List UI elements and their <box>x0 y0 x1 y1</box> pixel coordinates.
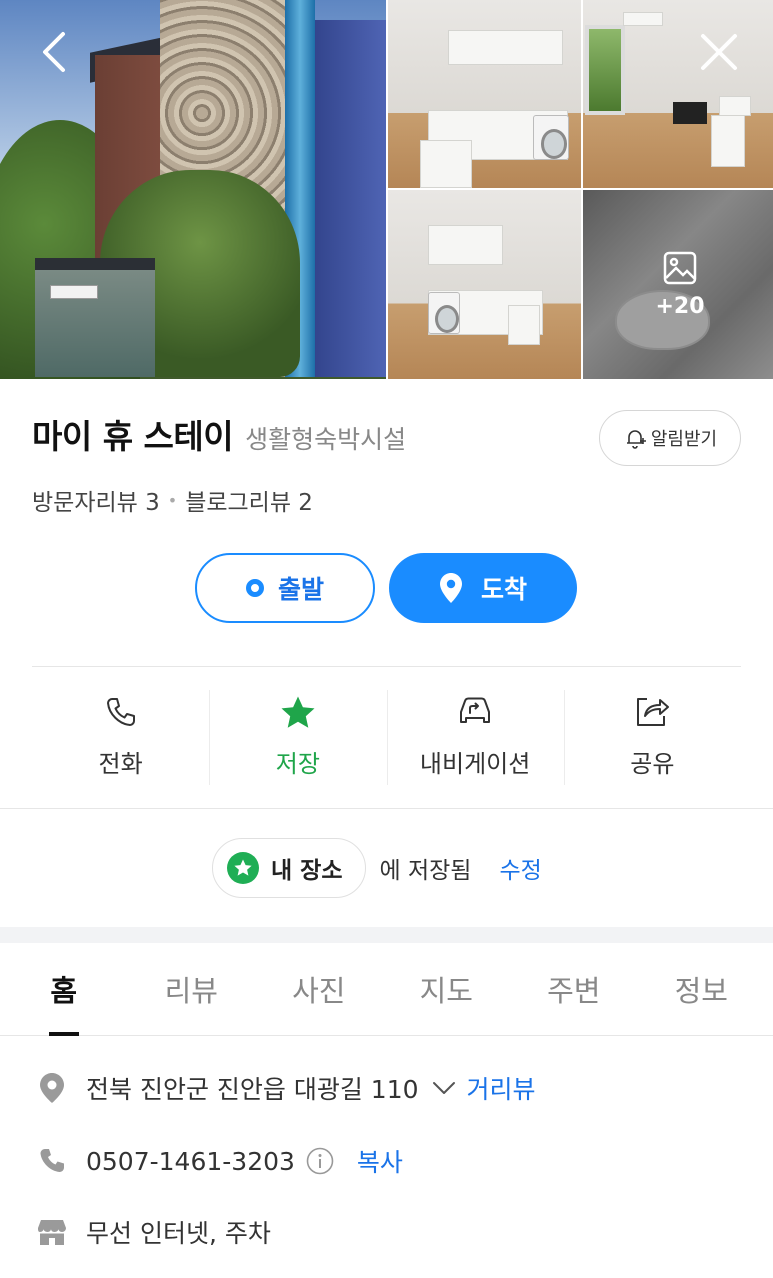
facilities-text: 무선 인터넷, 주차 <box>86 1219 271 1248</box>
save-label: 저장 <box>275 750 320 778</box>
call-action[interactable]: 전화 <box>32 690 209 785</box>
saved-text: 에 저장됨 <box>379 858 472 884</box>
share-action[interactable]: 공유 <box>563 690 741 785</box>
store-icon <box>36 1217 68 1247</box>
saved-status: 내 장소 에 저장됨 수정 <box>212 838 542 898</box>
share-icon <box>637 698 670 726</box>
star-icon <box>281 696 315 728</box>
more-photos-count: +20 <box>655 294 705 319</box>
back-button[interactable] <box>30 28 78 76</box>
street-view-link[interactable]: 거리뷰 <box>467 1070 536 1106</box>
my-places-chip[interactable]: 내 장소 <box>212 838 366 898</box>
separator-dot: • <box>167 490 178 510</box>
close-icon <box>701 34 737 70</box>
my-places-label: 내 장소 <box>271 858 343 884</box>
info-icon[interactable] <box>305 1146 335 1176</box>
more-photos[interactable]: +20 <box>583 190 773 379</box>
start-label: 출발 <box>277 575 324 604</box>
save-action[interactable]: 저장 <box>209 690 386 785</box>
section-separator <box>0 927 773 943</box>
navigation-action[interactable]: 내비게이션 <box>386 690 564 785</box>
tab-reviews[interactable]: 리뷰 <box>128 943 256 1035</box>
start-button[interactable]: 출발 <box>195 553 375 623</box>
call-label: 전화 <box>98 750 143 778</box>
tab-nearby[interactable]: 주변 <box>510 943 638 1035</box>
review-summary: 방문자리뷰 3 • 블로그리뷰 2 <box>32 483 313 517</box>
phone-row: 0507-1461-3203 복사 <box>36 1141 403 1181</box>
tab-bar: 홈 리뷰 사진 지도 주변 정보 <box>0 943 773 1036</box>
arrive-label: 도착 <box>480 575 527 604</box>
photo-room[interactable] <box>583 0 773 188</box>
car-icon <box>460 697 491 723</box>
navigation-label: 내비게이션 <box>419 750 531 778</box>
alarm-label: 알림받기 <box>650 429 718 450</box>
location-pin-icon <box>36 1072 68 1104</box>
photo-kitchen[interactable] <box>388 0 581 188</box>
divider <box>32 666 741 667</box>
address-row: 전북 진안군 진안읍 대광길 110 거리뷰 <box>36 1068 536 1108</box>
action-bar: 전화 저장 내비게이션 공유 <box>32 690 741 785</box>
alarm-button[interactable]: 알림받기 <box>599 410 741 466</box>
route-buttons: 출발 도착 <box>195 553 577 623</box>
tab-photos[interactable]: 사진 <box>255 943 383 1035</box>
blog-reviews-link[interactable]: 블로그리뷰 2 <box>185 483 313 517</box>
photo-gallery: +20 <box>0 0 773 379</box>
tab-info[interactable]: 정보 <box>638 943 766 1035</box>
photo-kitchen-2[interactable] <box>388 190 581 379</box>
place-name: 마이 휴 스테이 <box>32 417 234 456</box>
address-text: 전북 진안군 진안읍 대광길 110 <box>86 1075 419 1104</box>
phone-icon <box>36 1147 68 1175</box>
arrive-button[interactable]: 도착 <box>389 553 577 623</box>
close-button[interactable] <box>695 28 743 76</box>
image-icon <box>663 251 697 285</box>
divider <box>0 808 773 809</box>
tab-home[interactable]: 홈 <box>0 943 128 1035</box>
tab-map[interactable]: 지도 <box>383 943 511 1035</box>
bell-plus-icon <box>626 430 646 449</box>
chevron-down-icon[interactable] <box>431 1078 457 1098</box>
phone-icon <box>106 698 135 726</box>
origin-dot-icon <box>245 579 264 597</box>
phone-number[interactable]: 0507-1461-3203 <box>86 1147 295 1176</box>
chevron-left-icon <box>43 32 65 72</box>
star-badge-icon <box>227 852 259 884</box>
location-pin-icon <box>439 573 462 603</box>
photo-bathroom[interactable]: +20 <box>583 190 773 379</box>
copy-link[interactable]: 복사 <box>357 1143 403 1179</box>
place-category: 생활형숙박시설 <box>245 425 407 454</box>
visitor-reviews-link[interactable]: 방문자리뷰 3 <box>32 483 160 517</box>
facilities-row: 무선 인터넷, 주차 <box>36 1212 271 1252</box>
title-row: 마이 휴 스테이 생활형숙박시설 <box>32 410 406 458</box>
share-label: 공유 <box>630 750 675 778</box>
edit-link[interactable]: 수정 <box>499 851 541 885</box>
